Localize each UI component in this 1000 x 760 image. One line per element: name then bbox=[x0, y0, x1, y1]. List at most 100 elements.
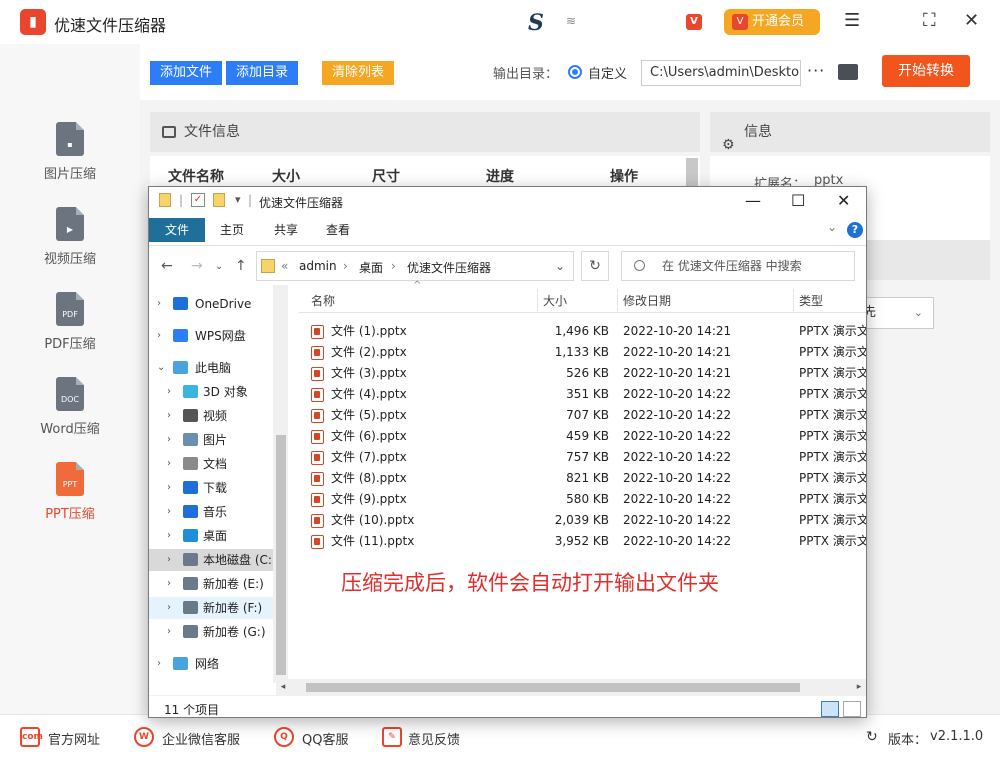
file-row[interactable]: 文件 (1).pptx 1,496 KB 2022-10-20 14:21 PPTX … bbox=[299, 321, 866, 342]
s-logo-icon[interactable]: S bbox=[528, 10, 544, 36]
chevron-right-icon[interactable]: › bbox=[167, 573, 171, 595]
sidebar-item-video[interactable]: ▶ 视频压缩 bbox=[0, 207, 140, 267]
start-convert-button[interactable]: 开始转换 bbox=[882, 55, 970, 87]
ribbon-expand-icon[interactable]: ⌄ bbox=[827, 220, 837, 234]
tree-scrollbar[interactable] bbox=[273, 285, 288, 683]
chevron-right-icon[interactable]: › bbox=[157, 293, 161, 315]
file-row[interactable]: 文件 (4).pptx 351 KB 2022-10-20 14:22 PPTX 演示… bbox=[299, 384, 866, 405]
breadcrumb-item[interactable]: 桌面 bbox=[359, 259, 383, 276]
column-size[interactable]: 大小 bbox=[543, 292, 567, 309]
sidebar-item-word[interactable]: DOC Word压缩 bbox=[0, 377, 140, 437]
clear-list-button[interactable]: 清除列表 bbox=[322, 61, 394, 85]
maximize-icon[interactable]: ⛶ bbox=[923, 12, 936, 30]
tree-item[interactable]: › 下载 bbox=[149, 477, 273, 499]
close-icon[interactable]: ✕ bbox=[964, 12, 979, 30]
refresh-button[interactable]: ↻ bbox=[581, 251, 609, 281]
file-row[interactable]: 文件 (3).pptx 526 KB 2022-10-20 14:21 PPTX 演示… bbox=[299, 363, 866, 384]
tree-item[interactable]: › 视频 bbox=[149, 405, 273, 427]
breadcrumb-sep[interactable]: › bbox=[343, 259, 348, 273]
output-path-input[interactable]: C:\Users\admin\Desktop bbox=[641, 60, 801, 86]
chevron-right-icon[interactable]: › bbox=[157, 653, 161, 675]
breadcrumb-item[interactable]: admin bbox=[299, 259, 337, 273]
tree-item[interactable]: › WPS网盘 bbox=[149, 325, 273, 347]
file-row[interactable]: 文件 (10).pptx 2,039 KB 2022-10-20 14:22 PPTX… bbox=[299, 510, 866, 531]
folder-icon[interactable] bbox=[838, 64, 858, 80]
tab-view[interactable]: 查看 bbox=[313, 218, 363, 242]
column-type[interactable]: 类型 bbox=[799, 292, 823, 309]
column-name[interactable]: 名称 bbox=[311, 292, 335, 309]
breadcrumb-item[interactable]: 优速文件压缩器 bbox=[407, 259, 491, 276]
chevron-right-icon[interactable]: › bbox=[167, 597, 171, 619]
properties-icon[interactable]: ✓ bbox=[191, 193, 205, 207]
chevron-right-icon[interactable]: › bbox=[167, 525, 171, 547]
breadcrumb-overflow[interactable]: « bbox=[281, 259, 288, 273]
tree-item[interactable]: ⌄ 此电脑 bbox=[149, 357, 273, 379]
column-date[interactable]: 修改日期 bbox=[623, 292, 671, 309]
tree-item[interactable]: › 新加卷 (G:) bbox=[149, 621, 273, 643]
qa-dropdown-icon[interactable]: ▾ bbox=[235, 193, 241, 206]
chevron-right-icon[interactable]: › bbox=[167, 501, 171, 523]
help-icon[interactable]: ? bbox=[847, 222, 863, 238]
tree-item[interactable]: › 桌面 bbox=[149, 525, 273, 547]
file-row[interactable]: 文件 (7).pptx 757 KB 2022-10-20 14:22 PPTX 演示… bbox=[299, 447, 866, 468]
file-row[interactable]: 文件 (9).pptx 580 KB 2022-10-20 14:22 PPTX 演示… bbox=[299, 489, 866, 510]
scroll-left-icon[interactable]: ◂ bbox=[276, 679, 290, 695]
search-input[interactable]: 在 优速文件压缩器 中搜索 bbox=[621, 251, 855, 281]
feedback-link[interactable]: 意见反馈 bbox=[408, 729, 460, 748]
back-icon[interactable]: ← bbox=[161, 258, 173, 274]
chevron-right-icon[interactable]: › bbox=[167, 477, 171, 499]
tab-file[interactable]: 文件 bbox=[149, 218, 205, 242]
chevron-right-icon[interactable]: › bbox=[167, 621, 171, 643]
more-button[interactable]: ··· bbox=[807, 61, 825, 80]
column-divider[interactable] bbox=[793, 289, 794, 311]
wechat-support-link[interactable]: 企业微信客服 bbox=[162, 729, 240, 748]
official-site-link[interactable]: 官方网址 bbox=[48, 729, 100, 748]
qq-support-link[interactable]: QQ客服 bbox=[302, 729, 348, 748]
sidebar-item-pdf[interactable]: PDF PDF压缩 bbox=[0, 292, 140, 352]
maximize-icon[interactable]: ☐ bbox=[791, 191, 805, 210]
sidebar-item-image[interactable]: ▪ 图片压缩 bbox=[0, 122, 140, 182]
tab-home[interactable]: 主页 bbox=[207, 218, 257, 242]
vip-button[interactable]: V 开通会员 bbox=[724, 9, 820, 35]
large-icons-view-icon[interactable] bbox=[843, 701, 861, 717]
chevron-down-icon[interactable]: ⌄ bbox=[157, 357, 165, 379]
tree-item[interactable]: › 图片 bbox=[149, 429, 273, 451]
file-row[interactable]: 文件 (11).pptx 3,952 KB 2022-10-20 14:22 PPTX… bbox=[299, 531, 866, 552]
tree-item[interactable]: › 文档 bbox=[149, 453, 273, 475]
tree-item[interactable]: › 音乐 bbox=[149, 501, 273, 523]
file-row[interactable]: 文件 (6).pptx 459 KB 2022-10-20 14:22 PPTX 演示… bbox=[299, 426, 866, 447]
add-directory-button[interactable]: 添加目录 bbox=[226, 61, 298, 85]
forward-icon[interactable]: → bbox=[191, 258, 203, 274]
menu-icon[interactable]: ☰ bbox=[844, 12, 860, 30]
file-row[interactable]: 文件 (2).pptx 1,133 KB 2022-10-20 14:21 PPTX … bbox=[299, 342, 866, 363]
address-dropdown-icon[interactable]: ⌄ bbox=[555, 259, 565, 273]
file-row[interactable]: 文件 (8).pptx 821 KB 2022-10-20 14:22 PPTX 演示… bbox=[299, 468, 866, 489]
sidebar-item-ppt[interactable]: PPT PPT压缩 bbox=[0, 462, 140, 522]
tree-item[interactable]: › OneDrive bbox=[149, 293, 273, 315]
recent-dropdown-icon[interactable]: ⌄ bbox=[215, 261, 223, 272]
scroll-right-icon[interactable]: ▸ bbox=[852, 679, 866, 695]
minimize-icon[interactable]: — bbox=[745, 191, 761, 210]
new-folder-icon[interactable] bbox=[213, 193, 225, 207]
file-row[interactable]: 文件 (5).pptx 707 KB 2022-10-20 14:22 PPTX 演示… bbox=[299, 405, 866, 426]
add-file-button[interactable]: 添加文件 bbox=[150, 61, 222, 85]
chevron-right-icon[interactable]: › bbox=[157, 325, 161, 347]
column-divider[interactable] bbox=[617, 289, 618, 311]
horizontal-scrollbar[interactable]: ◂ ▸ bbox=[276, 679, 866, 695]
column-divider[interactable] bbox=[537, 289, 538, 311]
tree-scroll-thumb[interactable] bbox=[276, 435, 286, 675]
tree-item[interactable]: › 新加卷 (F:) bbox=[149, 597, 273, 619]
up-icon[interactable]: ↑ bbox=[235, 258, 247, 274]
address-box[interactable]: « admin › 桌面 › 优速文件压缩器 ⌄ bbox=[256, 251, 574, 281]
chevron-right-icon[interactable]: › bbox=[167, 549, 171, 571]
chevron-right-icon[interactable]: › bbox=[167, 405, 171, 427]
tree-item[interactable]: › 3D 对象 bbox=[149, 381, 273, 403]
tree-item[interactable]: › 新加卷 (E:) bbox=[149, 573, 273, 595]
horizontal-scroll-thumb[interactable] bbox=[306, 683, 800, 692]
custom-radio[interactable] bbox=[568, 65, 582, 79]
close-icon[interactable]: ✕ bbox=[837, 191, 850, 210]
chevron-right-icon[interactable]: › bbox=[167, 381, 171, 403]
vip-badge-icon[interactable]: V bbox=[686, 14, 702, 30]
tab-share[interactable]: 共享 bbox=[261, 218, 311, 242]
chevron-right-icon[interactable]: › bbox=[167, 429, 171, 451]
